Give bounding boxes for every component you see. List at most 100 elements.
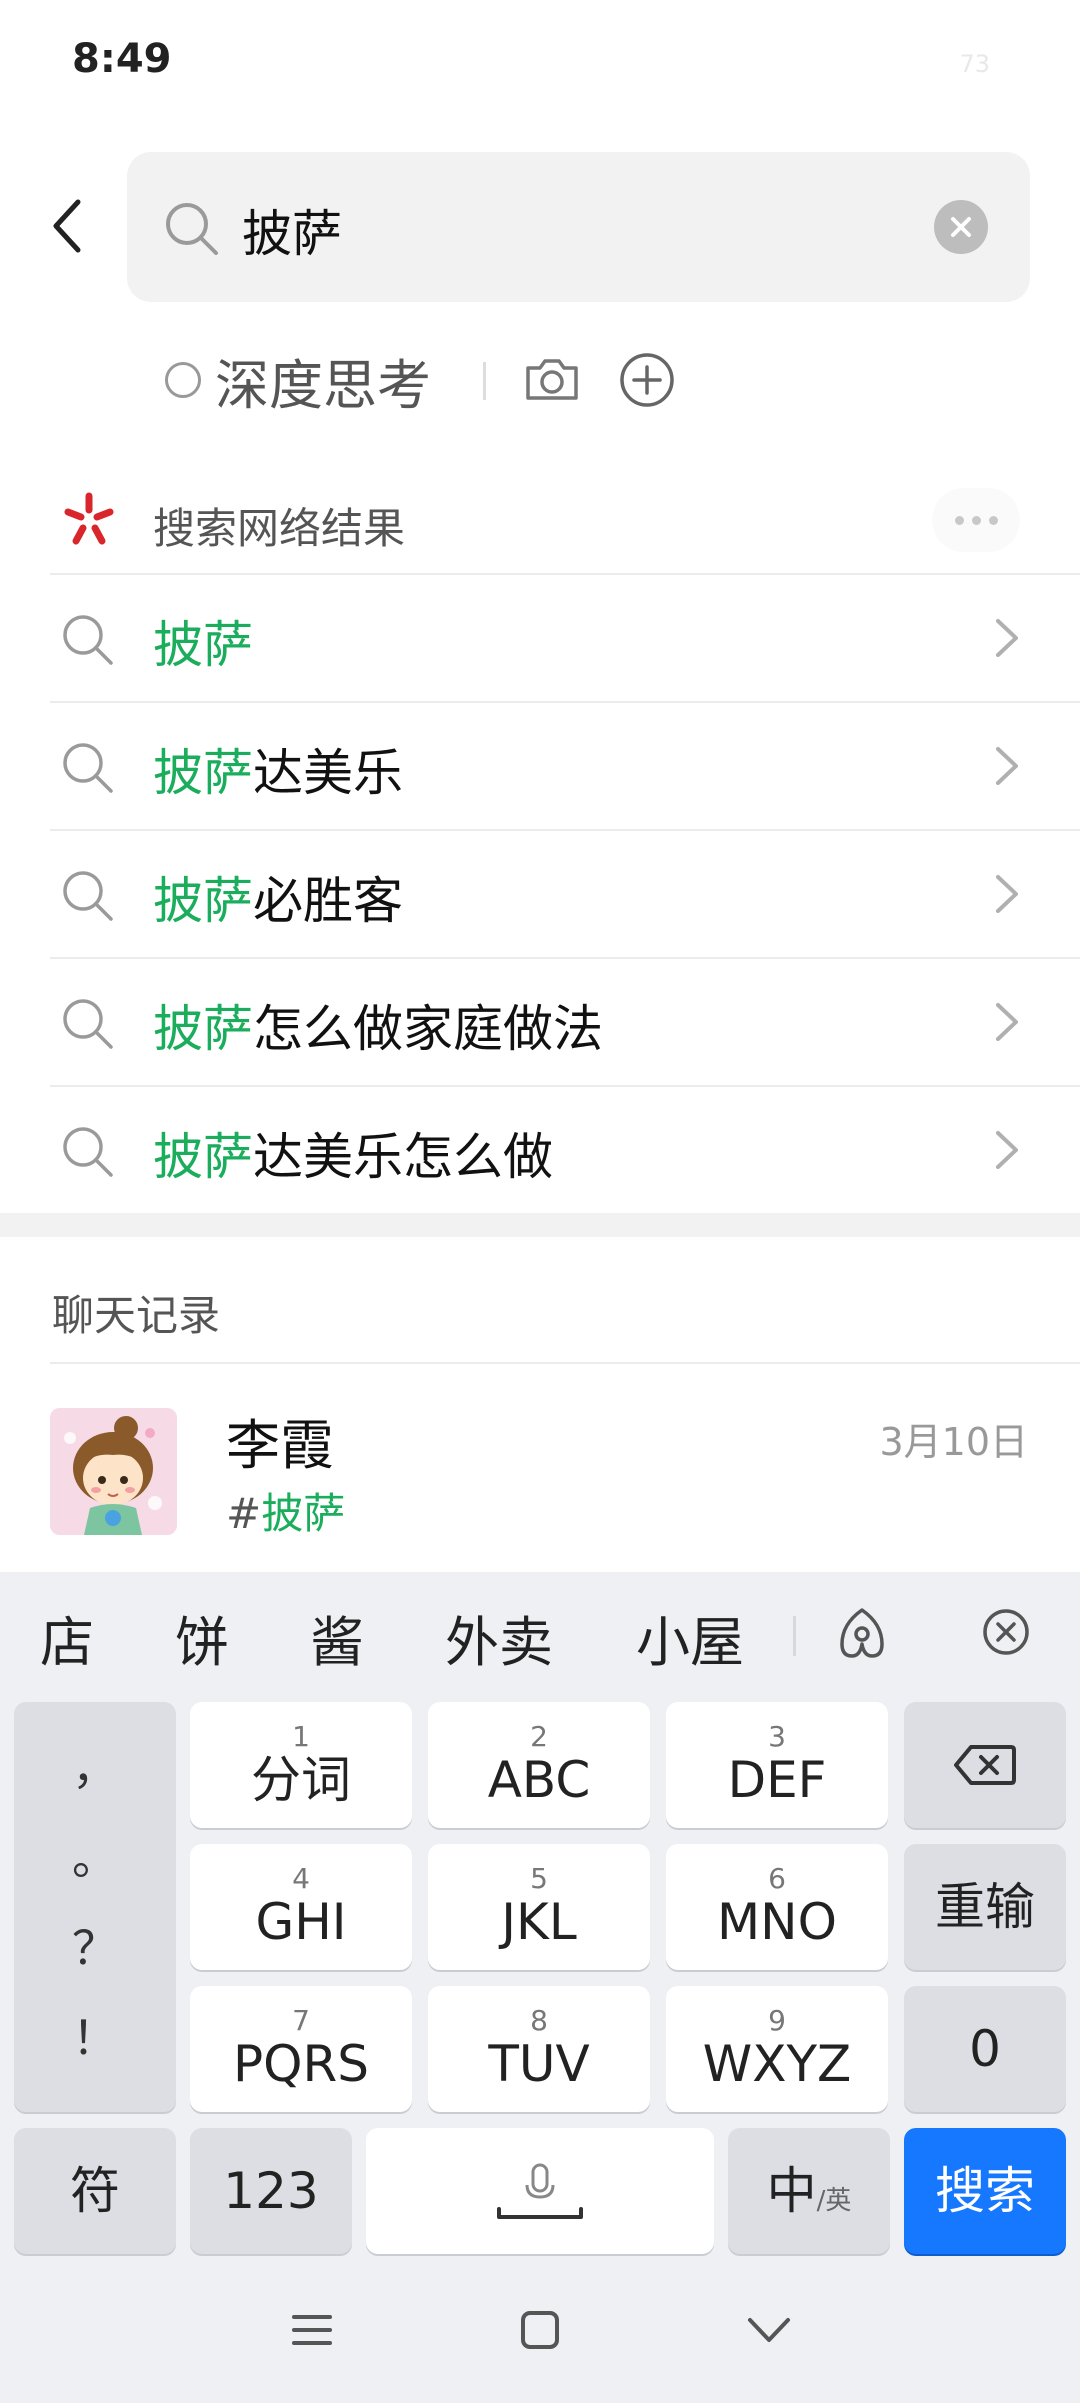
add-button[interactable] xyxy=(617,350,677,410)
suggestion-rest: 必胜客 xyxy=(253,872,403,930)
symbol-key[interactable]: 符 xyxy=(14,2128,176,2254)
key-6[interactable]: 6 MNO xyxy=(666,1844,888,1970)
number-mode-key[interactable]: 123 xyxy=(190,2128,352,2254)
home-icon[interactable] xyxy=(518,2308,562,2356)
suggestion-item[interactable]: 披萨达美乐 xyxy=(50,701,1080,829)
key-8[interactable]: 8 TUV xyxy=(428,1986,650,2112)
key-label: 分词 xyxy=(251,1751,351,1809)
key-number: 3 xyxy=(768,1720,786,1753)
more-button[interactable] xyxy=(932,488,1020,552)
deep-think-label: 深度思考 xyxy=(215,353,431,417)
key-number: 7 xyxy=(292,2004,310,2037)
key-number: 8 xyxy=(530,2004,548,2037)
reinput-key[interactable]: 重输 xyxy=(904,1844,1066,1970)
key-label: JKL xyxy=(501,1893,577,1951)
key-label: DEF xyxy=(727,1751,827,1809)
candidate-word[interactable]: 小屋 xyxy=(636,1598,744,1677)
search-input[interactable]: 披萨 xyxy=(242,194,342,266)
punct-comma[interactable]: ， xyxy=(14,1732,176,1798)
suggestion-item[interactable]: 披萨达美乐怎么做 xyxy=(50,1085,1080,1213)
section-divider xyxy=(0,1213,1080,1237)
chat-record-item[interactable]: 李霞 3月10日 #披萨 xyxy=(0,1365,1080,1570)
candidate-word[interactable]: 外卖 xyxy=(445,1598,553,1677)
key-number: 9 xyxy=(768,2004,786,2037)
lang-main: 中 xyxy=(766,2162,817,2220)
snippet-prefix: # xyxy=(226,1489,262,1538)
back-button[interactable] xyxy=(40,198,96,254)
chevron-left-icon xyxy=(53,199,81,253)
web-results-title: 搜索网络结果 xyxy=(153,504,406,553)
language-toggle-key[interactable]: 中 /英 xyxy=(728,2128,890,2254)
plus-icon xyxy=(620,353,674,407)
key-label: ABC xyxy=(487,1751,591,1809)
key-5[interactable]: 5 JKL xyxy=(428,1844,650,1970)
handwriting-icon[interactable] xyxy=(832,1604,892,1668)
menu-icon[interactable] xyxy=(290,2308,334,2356)
suggestion-highlight: 披萨 xyxy=(153,616,253,674)
suggestion-list: 披萨 披萨达美乐 披萨必胜客 披萨怎么做家庭做法 披萨达美乐怎么做 xyxy=(0,573,1080,1213)
web-results-header: 搜索网络结果 xyxy=(0,470,1080,570)
suggestion-highlight: 披萨 xyxy=(153,744,253,802)
search-key[interactable]: 搜索 xyxy=(904,2128,1066,2254)
suggestion-rest: 达美乐 xyxy=(253,744,403,802)
punct-exclamation[interactable]: ！ xyxy=(14,2002,176,2068)
chevron-right-icon xyxy=(992,871,1022,921)
suggestion-item[interactable]: 披萨怎么做家庭做法 xyxy=(50,957,1080,1085)
key-0[interactable]: 0 xyxy=(904,1986,1066,2112)
punct-question[interactable]: ？ xyxy=(14,1912,176,1978)
chevron-right-icon xyxy=(992,1127,1022,1177)
key-label: 0 xyxy=(969,2020,1001,2078)
candidate-word[interactable]: 酱 xyxy=(310,1598,364,1677)
key-9[interactable]: 9 WXYZ xyxy=(666,1986,888,2112)
space-key[interactable] xyxy=(366,2128,714,2254)
clear-button[interactable] xyxy=(934,200,988,254)
chevron-right-icon xyxy=(992,615,1022,665)
divider xyxy=(793,1616,796,1656)
status-bar: 8:49 73 xyxy=(0,0,1080,130)
divider xyxy=(50,1362,1080,1364)
chevron-down-icon[interactable] xyxy=(745,2308,793,2356)
key-1[interactable]: 1 分词 xyxy=(190,1702,412,1828)
key-label: MNO xyxy=(717,1893,837,1951)
key-label: 123 xyxy=(223,2162,319,2220)
camera-button[interactable] xyxy=(522,350,582,410)
chevron-right-icon xyxy=(992,743,1022,793)
search-icon xyxy=(163,200,221,262)
suggestion-item[interactable]: 披萨必胜客 xyxy=(50,829,1080,957)
key-2[interactable]: 2 ABC xyxy=(428,1702,650,1828)
mic-icon xyxy=(497,2163,583,2219)
key-label: GHI xyxy=(255,1893,347,1951)
more-icon-dot xyxy=(988,515,998,525)
punctuation-column[interactable]: ， 。 ？ ！ xyxy=(14,1702,176,2112)
candidate-word[interactable]: 店 xyxy=(40,1598,94,1677)
suggestion-text: 披萨达美乐 xyxy=(153,733,403,805)
key-label: PQRS xyxy=(233,2035,369,2093)
search-box[interactable]: 披萨 xyxy=(127,152,1030,302)
more-icon xyxy=(954,515,964,525)
snippet-highlight: 披萨 xyxy=(261,1489,346,1538)
key-3[interactable]: 3 DEF xyxy=(666,1702,888,1828)
key-number: 1 xyxy=(292,1720,310,1753)
key-7[interactable]: 7 PQRS xyxy=(190,1986,412,2112)
backspace-key[interactable] xyxy=(904,1702,1066,1828)
candidate-word[interactable]: 饼 xyxy=(175,1598,229,1677)
clear-icon xyxy=(951,217,971,237)
search-icon xyxy=(60,1124,116,1184)
status-time: 8:49 xyxy=(72,36,172,82)
chevron-right-icon xyxy=(992,999,1022,1049)
close-circle-icon[interactable] xyxy=(978,1604,1034,1664)
key-label: 重输 xyxy=(935,1878,1035,1936)
suggestion-item[interactable]: 披萨 xyxy=(50,573,1080,701)
key-number: 4 xyxy=(292,1862,310,1895)
search-header: 披萨 xyxy=(0,150,1080,302)
chat-contact-name: 李霞 xyxy=(226,1414,334,1477)
search-icon xyxy=(60,868,116,928)
battery-level: 73 xyxy=(959,50,990,78)
punct-period[interactable]: 。 xyxy=(14,1822,176,1888)
suggestion-text: 披萨达美乐怎么做 xyxy=(153,1117,553,1189)
star-logo-icon xyxy=(60,490,118,548)
radio-icon xyxy=(165,362,201,398)
deep-think-toggle[interactable]: 深度思考 xyxy=(165,340,431,420)
key-4[interactable]: 4 GHI xyxy=(190,1844,412,1970)
suggestion-rest: 达美乐怎么做 xyxy=(253,1128,553,1186)
